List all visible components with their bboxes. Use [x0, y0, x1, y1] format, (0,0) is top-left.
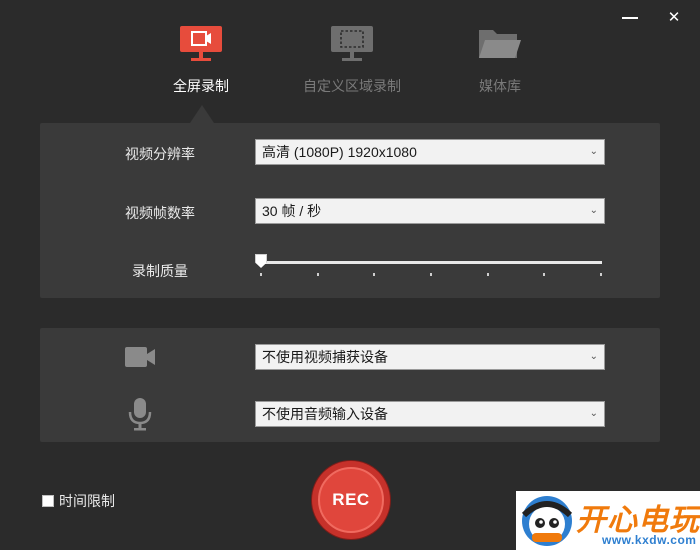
watermark-url: www.kxdw.com	[602, 533, 697, 547]
slider-tick	[373, 273, 375, 276]
tab-label: 全屏录制	[173, 78, 229, 94]
microphone-select[interactable]: 不使用音频输入设备 ⌄	[255, 401, 605, 427]
monitor-fullscreen-icon	[180, 26, 222, 61]
framerate-label: 视频帧数率	[125, 205, 195, 221]
tab-fullscreen-record[interactable]: 全屏录制	[164, 24, 238, 96]
slider-track	[260, 261, 602, 264]
chevron-down-icon: ⌄	[589, 351, 598, 362]
microphone-icon	[120, 394, 160, 434]
slider-tick	[317, 273, 319, 276]
rec-button[interactable]: REC	[312, 461, 390, 539]
capture-devices-panel: 不使用视频捕获设备 ⌄ 不使用音频输入设备 ⌄	[40, 328, 660, 442]
recorder-window: ✕ 全屏录制 自定义区域录制 媒体库 视频分辨率 高清 (1080P) 1920…	[0, 0, 700, 550]
time-limit-toggle[interactable]: 时间限制	[42, 491, 115, 511]
close-icon: ✕	[667, 8, 681, 26]
framerate-value: 30 帧 / 秒	[262, 203, 322, 219]
tab-media-library[interactable]: 媒体库	[466, 24, 534, 96]
minimize-icon	[622, 17, 638, 19]
slider-tick	[600, 273, 602, 276]
video-settings-panel: 视频分辨率 高清 (1080P) 1920x1080 ⌄ 视频帧数率 30 帧 …	[40, 123, 660, 298]
resolution-select[interactable]: 高清 (1080P) 1920x1080 ⌄	[255, 139, 605, 165]
tab-region-record[interactable]: 自定义区域录制	[290, 24, 414, 96]
minimize-button[interactable]	[617, 6, 643, 28]
chevron-down-icon: ⌄	[589, 146, 598, 157]
slider-tick	[260, 273, 262, 276]
site-watermark: 开心电玩 www.kxdw.com	[516, 491, 700, 550]
tab-label: 自定义区域录制	[303, 78, 401, 94]
microphone-value: 不使用音频输入设备	[262, 406, 388, 422]
slider-thumb[interactable]	[255, 254, 267, 268]
slider-tick	[487, 273, 489, 276]
folder-icon	[479, 30, 521, 58]
time-limit-checkbox[interactable]	[42, 495, 54, 507]
resolution-label: 视频分辨率	[125, 146, 195, 162]
chevron-down-icon: ⌄	[589, 205, 598, 216]
slider-tick	[430, 273, 432, 276]
framerate-select[interactable]: 30 帧 / 秒 ⌄	[255, 198, 605, 224]
quality-label: 录制质量	[132, 263, 188, 279]
rec-button-face: REC	[318, 467, 384, 533]
camera-icon	[120, 337, 160, 377]
monitor-region-icon	[331, 26, 373, 61]
mascot-logo	[521, 496, 573, 546]
time-limit-label: 时间限制	[59, 493, 115, 509]
rec-label: REC	[332, 490, 370, 509]
camera-select[interactable]: 不使用视频捕获设备 ⌄	[255, 344, 605, 370]
camera-value: 不使用视频捕获设备	[262, 349, 388, 365]
slider-tick	[543, 273, 545, 276]
tab-label: 媒体库	[479, 78, 521, 94]
chevron-down-icon: ⌄	[589, 408, 598, 419]
close-button[interactable]: ✕	[661, 6, 687, 28]
active-tab-indicator	[190, 105, 214, 123]
quality-slider[interactable]	[255, 247, 602, 277]
resolution-value: 高清 (1080P) 1920x1080	[262, 144, 417, 160]
